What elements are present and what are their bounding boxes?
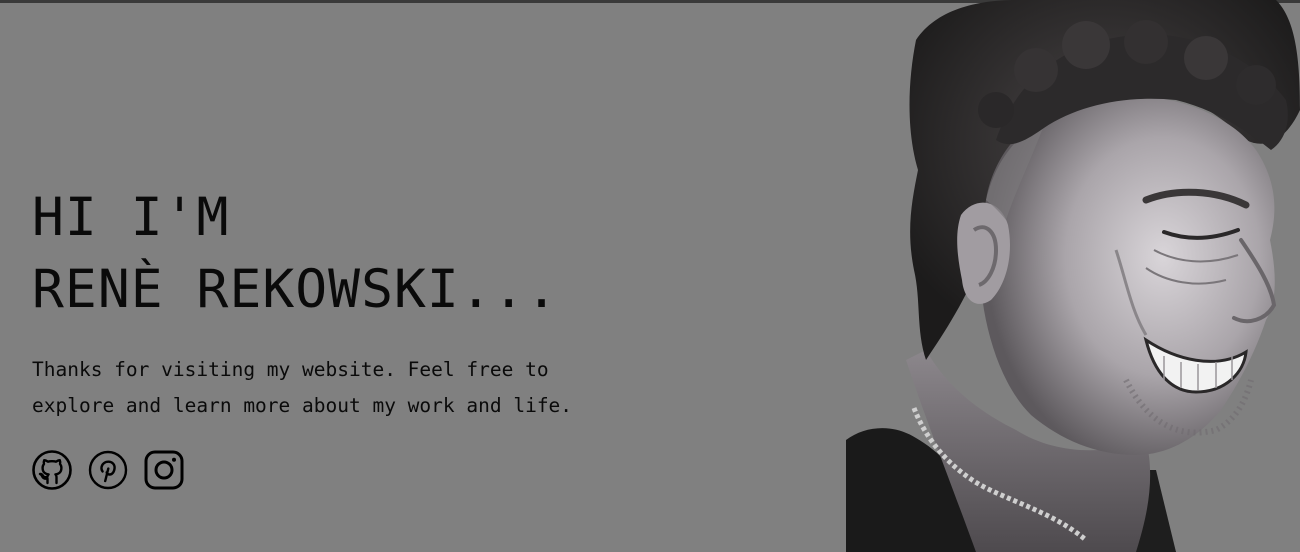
headline-greeting: HI I'M xyxy=(32,187,230,248)
portrait-photo xyxy=(846,0,1300,552)
pinterest-icon xyxy=(88,450,128,490)
hero-section: HI I'M RENÈ REKOWSKI... Thanks for visit… xyxy=(0,0,1300,552)
intro-block: HI I'M RENÈ REKOWSKI... Thanks for visit… xyxy=(32,182,672,490)
page-title: HI I'M RENÈ REKOWSKI... xyxy=(32,182,672,326)
portrait-illustration xyxy=(846,0,1300,552)
social-links xyxy=(32,450,672,490)
github-link[interactable] xyxy=(32,450,72,490)
bio-text: Thanks for visiting my website. Feel fre… xyxy=(32,358,573,417)
instagram-icon xyxy=(144,450,184,490)
headline-name: RENÈ REKOWSKI... xyxy=(32,259,559,320)
github-icon xyxy=(32,450,72,490)
pinterest-link[interactable] xyxy=(88,450,128,490)
instagram-link[interactable] xyxy=(144,450,184,490)
